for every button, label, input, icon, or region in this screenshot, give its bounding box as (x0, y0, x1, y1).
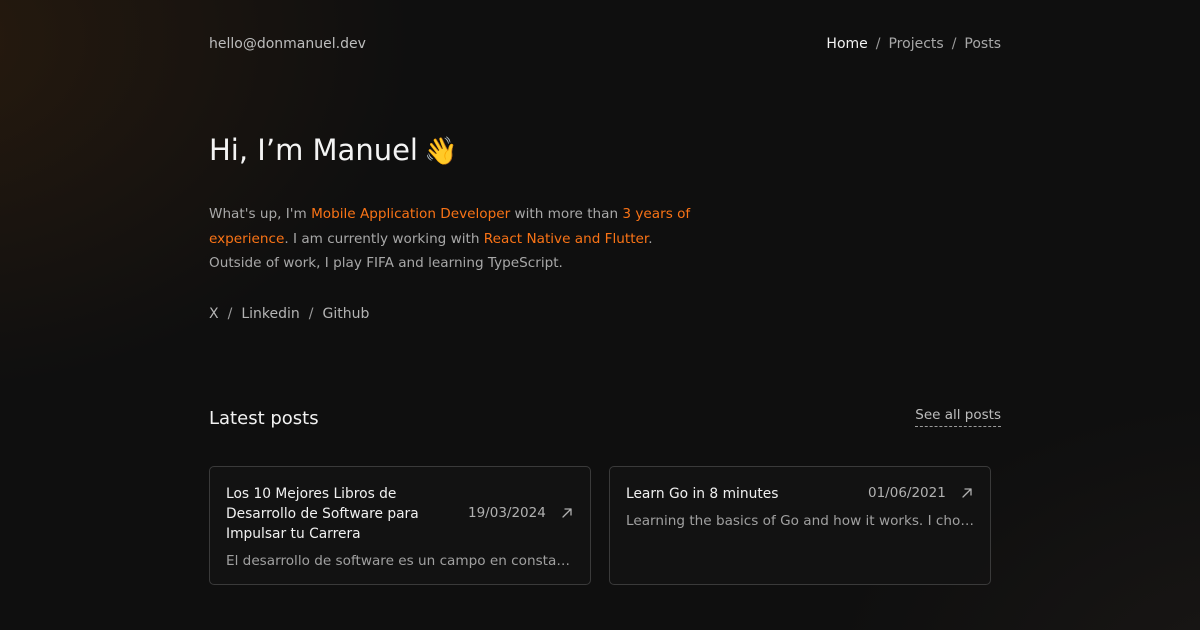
tech-highlight: React Native and Flutter (483, 230, 649, 247)
post-date: 19/03/2024 (468, 505, 546, 521)
social-linkedin-link[interactable]: Linkedin (241, 306, 299, 322)
site-header: hello@donmanuel.dev Home / Projects / Po… (209, 34, 1001, 56)
arrow-up-right-icon (962, 488, 972, 498)
social-separator: / (227, 306, 233, 322)
post-excerpt: Learning the basics of Go and how it wor… (626, 513, 976, 529)
intro-text: with more than (510, 206, 623, 222)
page: hello@donmanuel.dev Home / Projects / Po… (209, 0, 1001, 630)
latest-posts-heading: Latest posts (209, 408, 319, 429)
nav-home[interactable]: Home (826, 36, 867, 52)
social-github-link[interactable]: Github (322, 306, 369, 322)
social-separator: / (308, 306, 314, 322)
intro-text: What's up, I'm (209, 206, 312, 222)
email-link[interactable]: hello@donmanuel.dev (209, 36, 366, 52)
page-title: Hi, I’m Manuel 👋 (209, 133, 458, 167)
social-links: X / Linkedin / Github (209, 306, 369, 322)
nav-separator: / (875, 36, 881, 52)
social-x-link[interactable]: X (209, 306, 219, 322)
role-highlight: Mobile Application Developer (311, 206, 511, 222)
post-card[interactable]: Los 10 Mejores Libros de Desarrollo de S… (209, 466, 591, 585)
intro-text: . I am currently working with (284, 230, 484, 247)
arrow-up-right-icon (562, 508, 572, 518)
post-title[interactable]: Los 10 Mejores Libros de Desarrollo de S… (226, 484, 441, 544)
post-title[interactable]: Learn Go in 8 minutes (626, 484, 826, 504)
post-excerpt: El desarrollo de software es un campo en… (226, 553, 576, 569)
nav-projects[interactable]: Projects (888, 36, 943, 52)
see-all-posts-link[interactable]: See all posts (915, 407, 1001, 427)
main-nav: Home / Projects / Posts (826, 36, 1001, 52)
post-date: 01/06/2021 (868, 485, 946, 501)
post-card[interactable]: Learn Go in 8 minutes 01/06/2021 Learnin… (609, 466, 991, 585)
waving-hand-icon: 👋 (424, 136, 458, 167)
nav-posts[interactable]: Posts (964, 36, 1001, 52)
intro-paragraph: What's up, I'm Mobile Application Develo… (209, 202, 699, 276)
page-title-text: Hi, I’m Manuel (209, 133, 418, 167)
posts-list: Los 10 Mejores Libros de Desarrollo de S… (209, 466, 993, 587)
nav-separator: / (951, 36, 957, 52)
